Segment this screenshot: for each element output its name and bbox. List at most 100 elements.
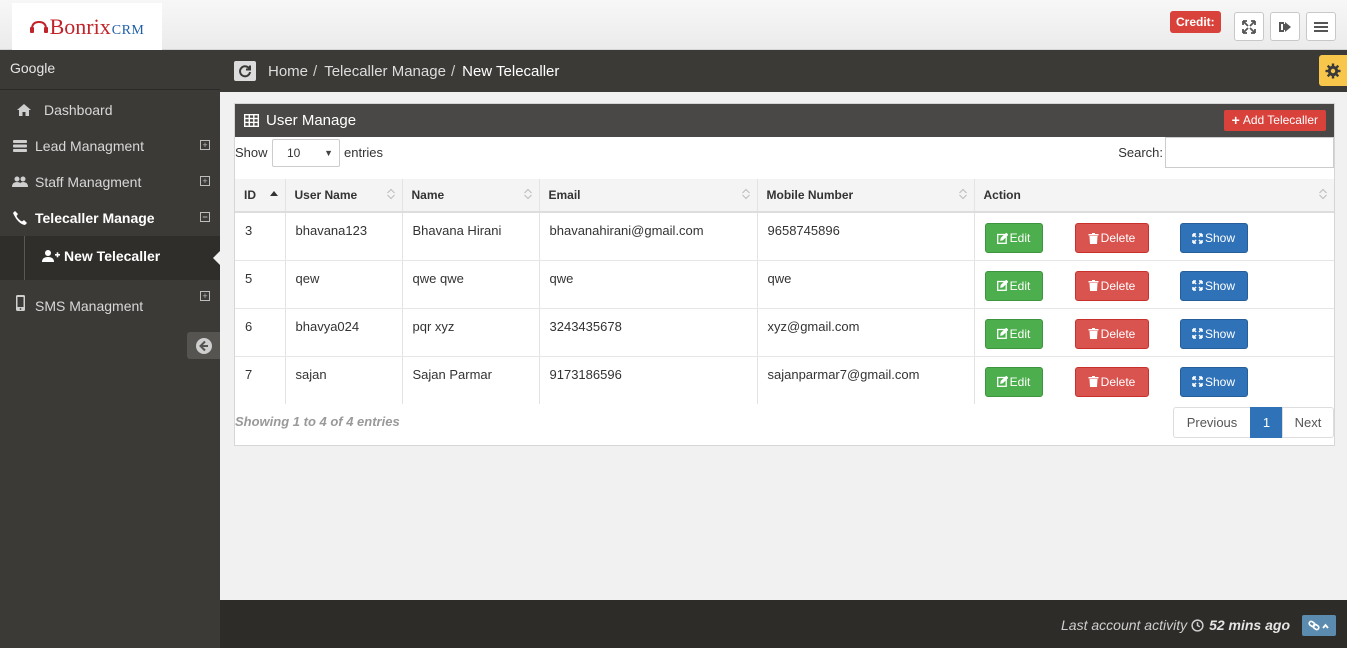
delete-button[interactable]: Delete xyxy=(1074,366,1149,397)
cell-email: qwe xyxy=(539,260,758,309)
sort-icon xyxy=(741,188,750,200)
sidebar-subitem-new-telecaller[interactable]: New Telecaller xyxy=(42,248,160,264)
column-header-mobile[interactable]: Mobile Number xyxy=(757,179,975,213)
cell-username: bhavya024 xyxy=(285,308,403,357)
sidebar-submenu: New Telecaller xyxy=(0,236,220,280)
edit-button[interactable]: Edit xyxy=(984,318,1043,349)
panel-title: User Manage xyxy=(266,112,357,129)
telecaller-table: ID User Name Name Email Mobile Number Ac… xyxy=(235,179,1334,404)
cell-email: 3243435678 xyxy=(539,308,758,357)
brand-name: Bonrix xyxy=(49,13,111,39)
show-button[interactable]: Show xyxy=(1179,223,1248,253)
search-label: Search: xyxy=(1118,145,1163,160)
cell-email: 9173186596 xyxy=(539,356,758,404)
cell-actions: Edit Delete Show xyxy=(974,260,1334,309)
menu-button[interactable] xyxy=(1306,12,1336,41)
edit-button[interactable]: Edit xyxy=(984,223,1043,253)
expand-icon[interactable]: + xyxy=(200,140,210,150)
expand-icon xyxy=(1192,328,1203,339)
pagination-previous[interactable]: Previous xyxy=(1173,407,1251,438)
sidebar-item-lead-managment[interactable]: Lead Managment + xyxy=(0,128,220,164)
plus-icon: + xyxy=(1231,112,1240,128)
show-button[interactable]: Show xyxy=(1179,366,1248,397)
link-icon xyxy=(1308,620,1329,630)
column-header-action[interactable]: Action xyxy=(974,179,1334,213)
logout-button[interactable] xyxy=(1270,12,1300,41)
edit-button[interactable]: Edit xyxy=(984,366,1043,397)
add-telecaller-button[interactable]: + Add Telecaller xyxy=(1223,110,1326,131)
fullscreen-button[interactable] xyxy=(1234,12,1264,41)
delete-button[interactable]: Delete xyxy=(1074,270,1149,301)
pagination: Previous 1 Next xyxy=(1173,407,1334,438)
show-button[interactable]: Show xyxy=(1179,318,1248,349)
cell-mobile: qwe xyxy=(757,260,975,309)
cell-username: bhavana123 xyxy=(285,212,403,261)
fullscreen-icon xyxy=(1242,19,1256,34)
users-icon xyxy=(10,174,30,190)
sort-icon xyxy=(523,188,532,200)
sidebar-collapse-button[interactable] xyxy=(187,332,220,359)
table-body: 3 bhavana123 Bhavana Hirani bhavanahirani@g… xyxy=(235,212,1334,404)
column-header-name[interactable]: Name xyxy=(402,179,540,213)
pagination-page-1[interactable]: 1 xyxy=(1250,407,1283,438)
collapse-icon[interactable]: − xyxy=(200,212,210,222)
sidebar-account[interactable]: Google xyxy=(0,50,220,90)
delete-button[interactable]: Delete xyxy=(1074,223,1149,253)
sidebar-item-staff-managment[interactable]: Staff Managment + xyxy=(0,164,220,200)
trash-icon xyxy=(1088,328,1099,339)
refresh-button[interactable] xyxy=(234,61,256,81)
cell-id: 3 xyxy=(235,212,286,261)
show-label: Show xyxy=(235,145,268,160)
credit-badge[interactable]: Credit: xyxy=(1170,11,1221,33)
server-icon xyxy=(10,138,30,154)
cell-id: 5 xyxy=(235,260,286,309)
sidebar-subitem-label: New Telecaller xyxy=(64,248,161,264)
cell-actions: Edit Delete Show xyxy=(974,212,1334,261)
cell-mobile: xyz@gmail.com xyxy=(757,308,975,357)
footer-toggle-button[interactable] xyxy=(1302,615,1336,636)
pagination-next[interactable]: Next xyxy=(1282,407,1334,438)
trash-icon xyxy=(1088,232,1099,244)
sidebar-item-telecaller-manage[interactable]: Telecaller Manage − xyxy=(0,200,220,236)
sidebar-item-label: Staff Managment xyxy=(35,174,142,190)
last-activity: Last account activity 52 mins ago xyxy=(1061,617,1290,633)
table-row: 6 bhavya024 pqr xyz 3243435678 xyz@gmail.com… xyxy=(235,308,1334,357)
cell-actions: Edit Delete Show xyxy=(974,356,1334,404)
table-row: 3 bhavana123 Bhavana Hirani bhavanahirani@g… xyxy=(235,212,1334,261)
cell-mobile: sajanparmar7@gmail.com xyxy=(757,356,975,404)
sort-icon xyxy=(1319,188,1327,200)
expand-icon[interactable]: + xyxy=(200,176,210,186)
refresh-icon xyxy=(239,65,251,78)
sidebar-item-sms-managment[interactable]: SMS Managment + xyxy=(0,284,220,322)
table-icon xyxy=(244,114,259,127)
settings-button[interactable] xyxy=(1319,55,1347,86)
gear-icon xyxy=(1325,63,1341,78)
delete-button[interactable]: Delete xyxy=(1074,318,1149,349)
breadcrumb-home[interactable]: Home xyxy=(268,63,308,80)
edit-button[interactable]: Edit xyxy=(984,270,1043,301)
cell-email: bhavanahirani@gmail.com xyxy=(539,212,758,261)
caret-down-icon: ▼ xyxy=(324,148,333,158)
column-header-email[interactable]: Email xyxy=(539,179,758,213)
search-input[interactable] xyxy=(1165,137,1334,168)
column-header-id[interactable]: ID xyxy=(235,179,286,213)
cell-name: qwe qwe xyxy=(402,260,540,309)
clock-icon xyxy=(1191,618,1204,632)
page-footer: Last account activity 52 mins ago xyxy=(220,600,1347,648)
expand-icon xyxy=(1192,376,1203,387)
table-controls: Show 10 ▼ entries Search: xyxy=(235,137,1334,179)
breadcrumb-telecaller-manage[interactable]: Telecaller Manage xyxy=(324,63,446,80)
trash-icon xyxy=(1088,376,1099,387)
cell-username: qew xyxy=(285,260,403,309)
table-row: 7 sajan Sajan Parmar 9173186596 sajanparmar7… xyxy=(235,356,1334,404)
cell-id: 7 xyxy=(235,356,286,404)
edit-icon xyxy=(996,280,1008,291)
show-button[interactable]: Show xyxy=(1179,270,1248,301)
column-header-username[interactable]: User Name xyxy=(285,179,403,213)
logo[interactable]: Bonrix CRM xyxy=(12,3,162,50)
sidebar-item-dashboard[interactable]: Dashboard xyxy=(0,92,220,128)
page-length-select[interactable]: 10 ▼ xyxy=(272,139,340,167)
brand-suffix: CRM xyxy=(111,22,145,38)
expand-icon[interactable]: + xyxy=(200,291,210,301)
arrow-left-circle-icon xyxy=(195,337,212,354)
